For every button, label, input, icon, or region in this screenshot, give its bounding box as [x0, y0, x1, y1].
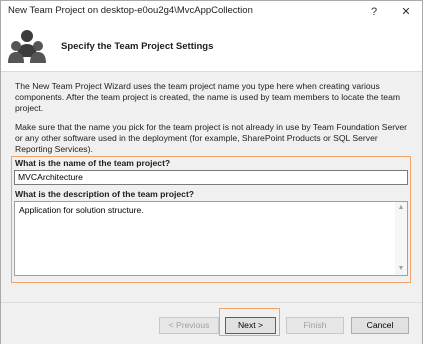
finish-button[interactable]: Finish: [286, 317, 344, 334]
wizard-window: New Team Project on desktop-e0ou2g4\MvcA…: [0, 0, 423, 344]
cancel-button[interactable]: Cancel: [351, 317, 409, 334]
description-scrollbar[interactable]: ▲ ▼: [395, 202, 407, 275]
wizard-header: Specify the Team Project Settings: [1, 23, 422, 72]
help-button[interactable]: ?: [361, 3, 387, 21]
team-people-icon: [8, 30, 46, 63]
project-name-input[interactable]: MVCArchitecture: [14, 170, 408, 185]
next-button-highlight: [219, 308, 280, 336]
window-title: New Team Project on desktop-e0ou2g4\MvcA…: [8, 5, 253, 16]
project-description-label: What is the description of the team proj…: [15, 189, 195, 199]
description-paragraph: The New Team Project Wizard uses the tea…: [15, 81, 401, 113]
project-name-label: What is the name of the team project?: [15, 158, 171, 168]
warning-paragraph: Make sure that the name you pick for the…: [15, 122, 408, 154]
scroll-down-icon[interactable]: ▼: [395, 263, 407, 275]
wizard-footer: < Previous Next > Finish Cancel: [1, 302, 422, 344]
title-bar: New Team Project on desktop-e0ou2g4\MvcA…: [1, 1, 422, 23]
close-button[interactable]: ✕: [393, 3, 419, 21]
project-description-text: Application for solution structure.: [19, 205, 144, 215]
project-description-textarea[interactable]: Application for solution structure. ▲ ▼: [14, 201, 408, 276]
scroll-up-icon[interactable]: ▲: [395, 202, 407, 214]
wizard-content: The New Team Project Wizard uses the tea…: [1, 72, 422, 302]
previous-button[interactable]: < Previous: [159, 317, 219, 334]
page-title: Specify the Team Project Settings: [61, 41, 214, 52]
